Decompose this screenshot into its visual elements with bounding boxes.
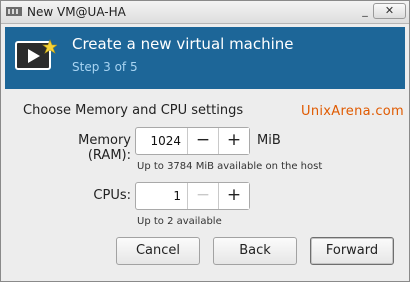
vm-monitor-icon — [15, 39, 57, 70]
memory-hint: Up to 3784 MiB available on the host — [137, 161, 323, 172]
cancel-button[interactable]: Cancel — [116, 237, 200, 265]
memory-spinbox[interactable]: 1024 − + — [135, 127, 250, 155]
dialog-window: New VM@UA-HA _ ✕ Create a new virtual ma… — [0, 0, 410, 282]
cpus-increment-button[interactable]: + — [218, 183, 249, 209]
cpus-label: CPUs: — [93, 188, 131, 203]
wizard-header: Create a new virtual machine Step 3 of 5 — [5, 27, 405, 89]
memory-decrement-button[interactable]: − — [187, 128, 218, 154]
memory-label: Memory (RAM): — [78, 133, 131, 163]
app-icon — [6, 7, 22, 16]
back-button[interactable]: Back — [213, 237, 297, 265]
cpus-hint: Up to 2 available — [137, 216, 222, 227]
section-title: Choose Memory and CPU settings — [23, 103, 244, 118]
cpus-value[interactable]: 1 — [136, 183, 187, 209]
cpus-decrement-button[interactable]: − — [187, 183, 218, 209]
memory-unit: MiB — [257, 133, 281, 148]
wizard-title: Create a new virtual machine — [72, 35, 294, 53]
title-bar[interactable]: New VM@UA-HA _ ✕ — [1, 1, 409, 24]
memory-increment-button[interactable]: + — [218, 128, 249, 154]
minimize-button[interactable]: _ — [358, 3, 372, 19]
close-button[interactable]: ✕ — [373, 3, 406, 19]
cpus-spinbox[interactable]: 1 − + — [135, 182, 250, 210]
memory-value[interactable]: 1024 — [136, 128, 187, 154]
wizard-step: Step 3 of 5 — [72, 60, 138, 74]
window-title: New VM@UA-HA — [27, 5, 126, 19]
watermark: UnixArena.com — [301, 104, 405, 119]
forward-button[interactable]: Forward — [310, 237, 394, 265]
